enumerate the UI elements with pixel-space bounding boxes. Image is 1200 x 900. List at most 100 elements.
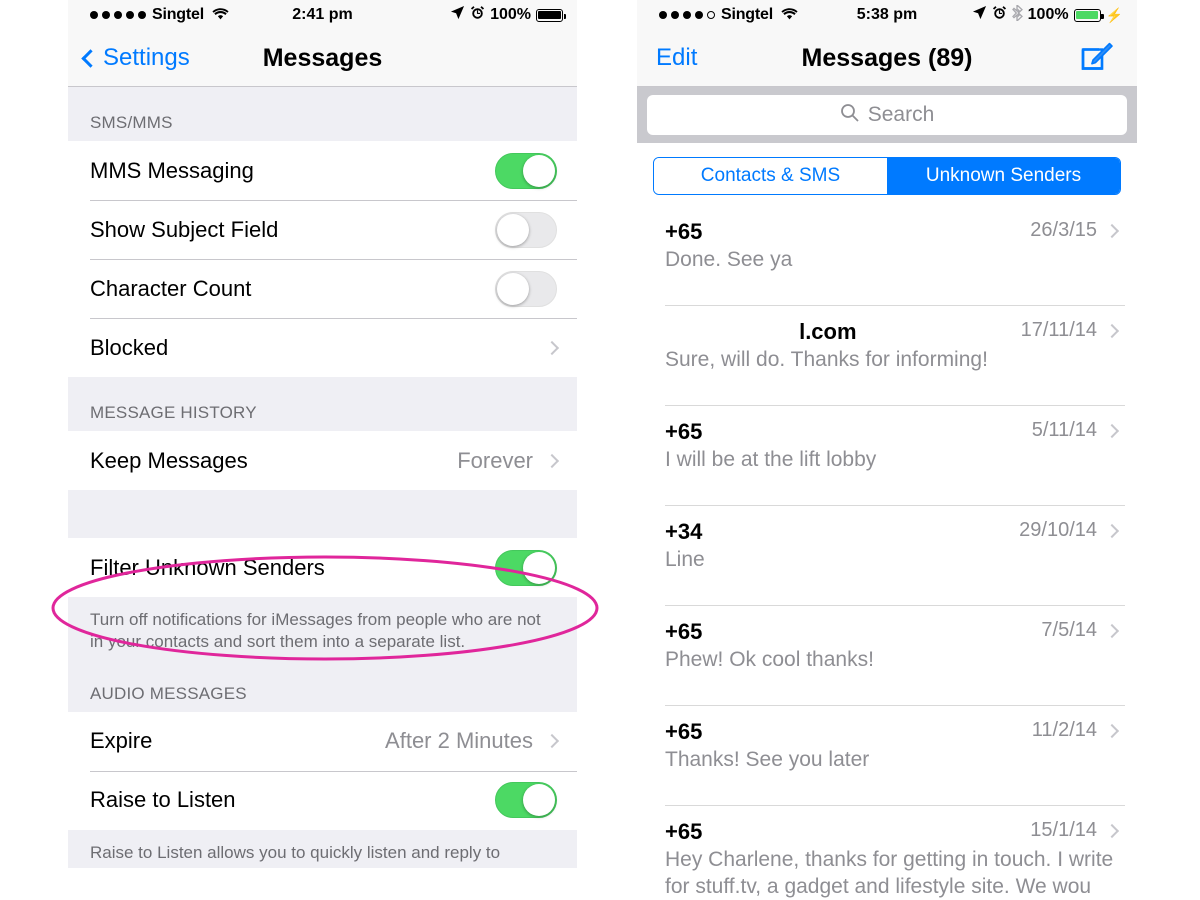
message-sender: +65	[665, 619, 703, 644]
wifi-icon	[212, 5, 229, 25]
left-phone-screen: Singtel 2:41 pm 100% Settings Messages S…	[68, 0, 577, 900]
setting-row-keep-messages[interactable]: Keep Messages Forever	[68, 431, 577, 490]
compose-button[interactable]	[1079, 40, 1137, 76]
filter-unknown-senders-description: Turn off notifications for iMessages fro…	[68, 597, 577, 658]
conversation-list: +65 26/3/15 Done. See ya l.com 17/11/14	[637, 205, 1137, 900]
setting-label: Character Count	[90, 275, 252, 301]
search-input[interactable]: Search	[647, 95, 1127, 135]
mms-messaging-toggle[interactable]	[495, 152, 557, 189]
segment-unknown-senders[interactable]: Unknown Senders	[887, 158, 1120, 194]
page-title: Messages (89)	[801, 43, 973, 72]
signal-strength-dots	[659, 11, 715, 19]
chevron-right-icon	[1104, 423, 1120, 438]
chevron-right-icon	[544, 453, 560, 468]
wifi-icon	[781, 5, 798, 25]
left-nav-bar: Settings Messages	[68, 30, 577, 87]
setting-label: Expire	[90, 728, 153, 754]
chevron-right-icon	[1104, 523, 1120, 538]
show-subject-field-toggle[interactable]	[495, 211, 557, 248]
section-header-audio-messages: AUDIO MESSAGES	[68, 657, 577, 712]
search-bar-container: Search	[637, 87, 1137, 143]
setting-label: Show Subject Field	[90, 216, 279, 242]
list-item[interactable]: +65 5/11/14 I will be at the lift lobby	[637, 405, 1137, 505]
message-filter-segmented-control: Contacts & SMS Unknown Senders	[653, 157, 1121, 195]
chevron-right-icon	[1104, 323, 1120, 338]
setting-row-filter-unknown-senders[interactable]: Filter Unknown Senders	[68, 538, 577, 597]
back-to-settings-button[interactable]: Settings	[68, 44, 190, 72]
location-arrow-icon	[972, 5, 987, 25]
message-sender: +65	[665, 419, 703, 444]
message-date: 17/11/14	[1020, 319, 1097, 341]
setting-label: Blocked	[90, 334, 169, 360]
message-preview: Hey Charlene, thanks for getting in touc…	[665, 848, 1114, 898]
chevron-right-icon	[1104, 223, 1120, 238]
carrier-label: Singtel	[721, 6, 773, 23]
message-sender: +34	[665, 519, 703, 544]
message-date: 11/2/14	[1031, 719, 1097, 741]
search-placeholder: Search	[867, 103, 935, 126]
setting-row-raise-to-listen[interactable]: Raise to Listen	[68, 770, 577, 830]
right-status-indicators: 100% ⚡	[972, 3, 1137, 25]
chevron-right-icon	[1104, 823, 1120, 838]
message-date: 7/5/14	[1041, 619, 1097, 641]
left-status-carrier-group: Singtel	[68, 5, 229, 25]
setting-label: MMS Messaging	[90, 157, 254, 183]
chevron-right-icon	[1104, 723, 1120, 738]
message-preview: Done. See ya	[665, 248, 793, 271]
carrier-label: Singtel	[152, 6, 204, 23]
message-date: 5/11/14	[1031, 419, 1097, 441]
message-date: 26/3/15	[1030, 219, 1097, 241]
edit-button[interactable]: Edit	[637, 44, 697, 72]
compose-pencil-icon	[1081, 42, 1113, 70]
list-item[interactable]: l.com 17/11/14 Sure, will do. Thanks for…	[637, 305, 1137, 405]
battery-percent-label: 100%	[490, 6, 531, 23]
right-phone-screen: Singtel 5:38 pm 100% ⚡ Edit Messages (89…	[637, 0, 1137, 900]
section-header-message-history: MESSAGE HISTORY	[68, 377, 577, 431]
left-status-indicators: 100%	[450, 5, 577, 25]
chevron-right-icon	[1104, 623, 1120, 638]
setting-row-show-subject-field[interactable]: Show Subject Field	[68, 200, 577, 259]
location-arrow-icon	[450, 5, 465, 25]
battery-percent-label: 100%	[1027, 6, 1069, 23]
setting-row-blocked[interactable]: Blocked	[68, 318, 577, 377]
message-sender: +65	[665, 219, 703, 244]
chevron-right-icon	[544, 734, 560, 749]
bluetooth-icon	[1011, 3, 1023, 25]
battery-icon	[536, 8, 567, 22]
setting-row-mms-messaging[interactable]: MMS Messaging	[68, 141, 577, 200]
message-date: 29/10/14	[1019, 519, 1097, 541]
section-header-sms-mms: SMS/MMS	[68, 87, 577, 141]
filter-unknown-senders-toggle[interactable]	[495, 549, 557, 586]
right-status-bar: Singtel 5:38 pm 100% ⚡	[637, 0, 1137, 30]
setting-label: Raise to Listen	[90, 787, 236, 813]
chevron-left-icon	[81, 48, 100, 68]
character-count-toggle[interactable]	[495, 270, 557, 307]
list-item[interactable]: +65 15/1/14 Hey Charlene, thanks for get…	[637, 805, 1137, 900]
battery-icon	[1073, 8, 1104, 22]
setting-row-character-count[interactable]: Character Count	[68, 259, 577, 318]
message-preview: Line	[665, 548, 705, 571]
raise-to-listen-toggle[interactable]	[495, 782, 557, 819]
setting-label: Filter Unknown Senders	[90, 554, 325, 580]
back-button-label: Settings	[103, 44, 190, 71]
list-item[interactable]: +65 11/2/14 Thanks! See you later	[637, 705, 1137, 805]
expire-value: After 2 Minutes	[385, 728, 533, 754]
setting-label: Keep Messages	[90, 447, 248, 473]
settings-list: SMS/MMS MMS Messaging Show Subject Field…	[68, 87, 577, 869]
setting-row-expire[interactable]: Expire After 2 Minutes	[68, 711, 577, 771]
message-sender: +65	[665, 819, 703, 844]
list-item[interactable]: +65 7/5/14 Phew! Ok cool thanks!	[637, 605, 1137, 705]
section-spacer	[68, 490, 577, 538]
right-nav-bar: Edit Messages (89)	[637, 30, 1137, 87]
signal-strength-dots	[90, 11, 146, 19]
keep-messages-value: Forever	[457, 447, 533, 473]
charging-bolt-icon: ⚡	[1105, 6, 1123, 23]
screenshot-root: Singtel 2:41 pm 100% Settings Messages S…	[0, 0, 1200, 900]
message-preview: I will be at the lift lobby	[665, 448, 877, 471]
chevron-right-icon	[544, 340, 560, 355]
list-item[interactable]: +34 29/10/14 Line	[637, 505, 1137, 605]
right-status-carrier-group: Singtel	[637, 5, 798, 25]
segment-contacts-and-sms[interactable]: Contacts & SMS	[654, 158, 887, 194]
message-sender: +65	[665, 719, 703, 744]
list-item[interactable]: +65 26/3/15 Done. See ya	[637, 205, 1137, 305]
